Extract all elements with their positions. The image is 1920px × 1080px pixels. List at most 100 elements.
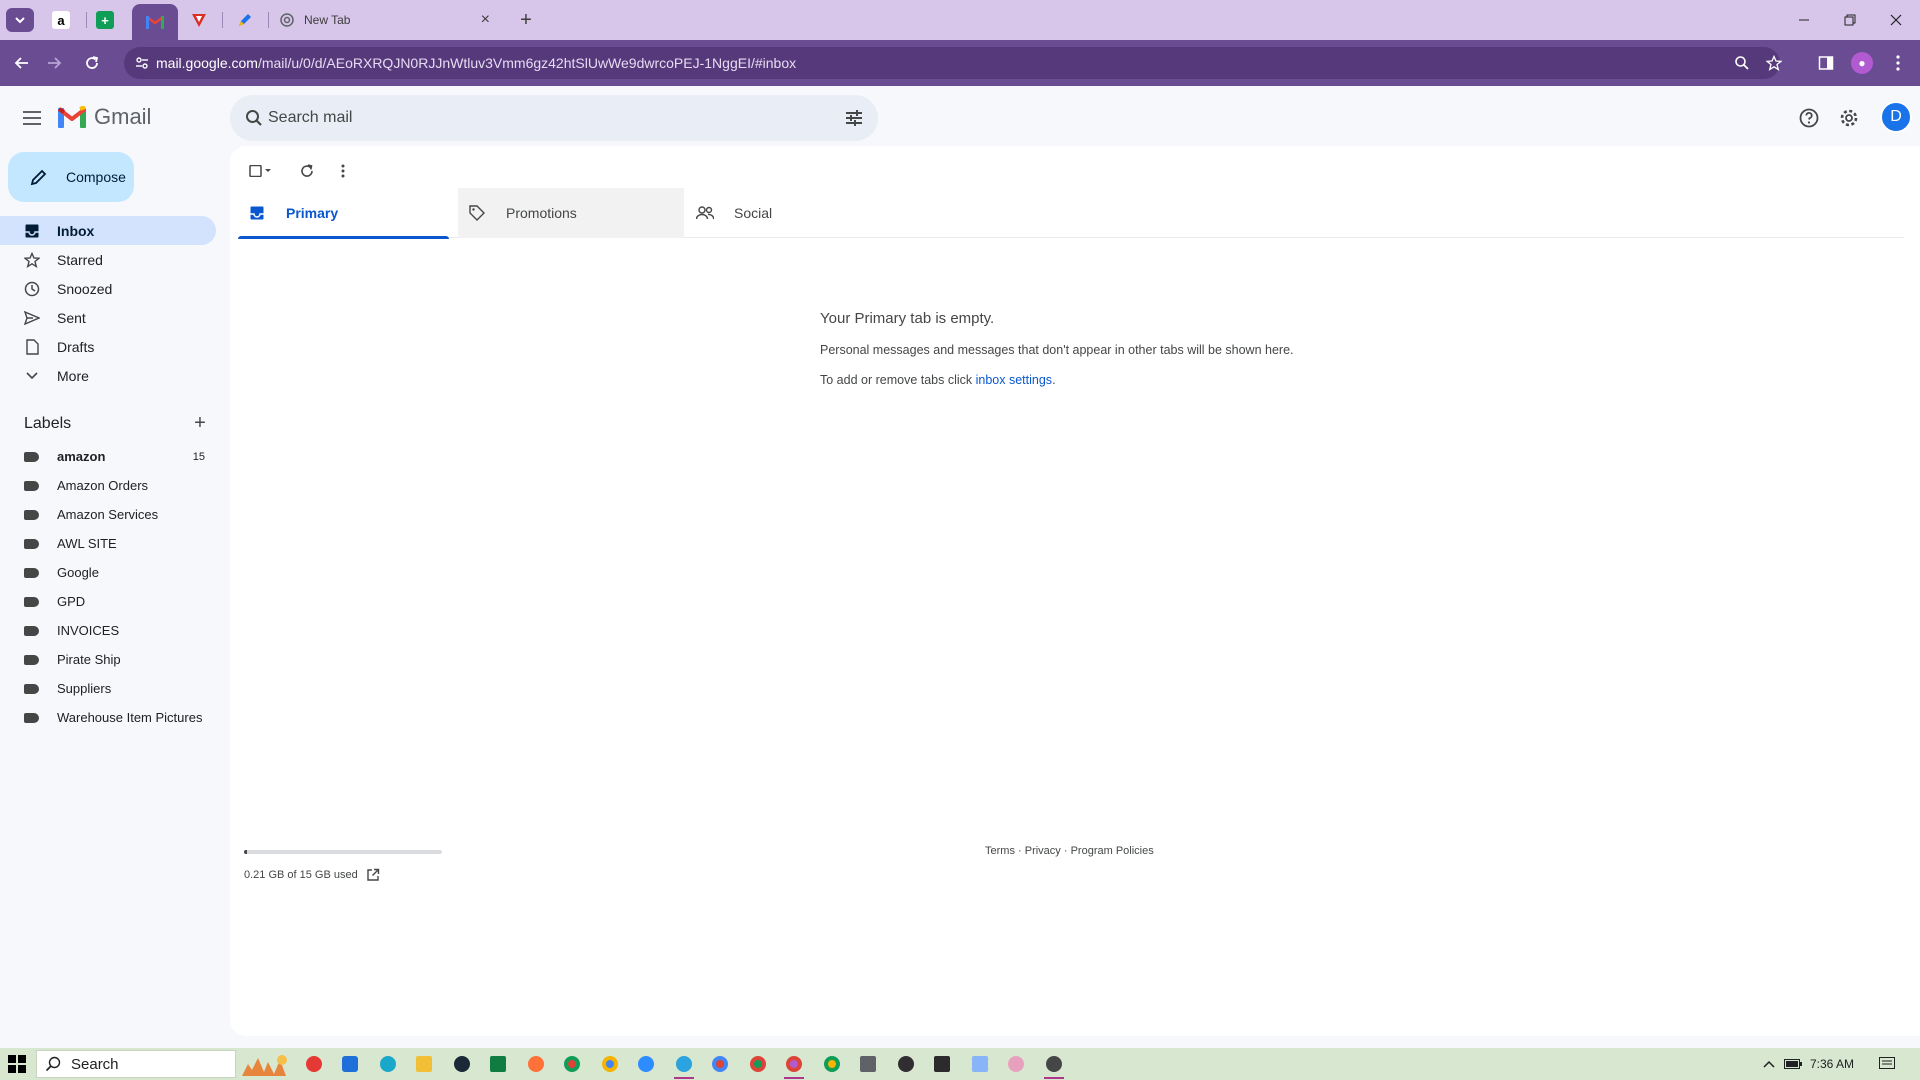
- taskbar-app-chrome-3[interactable]: [708, 1052, 732, 1076]
- taskbar-app-store[interactable]: [338, 1052, 362, 1076]
- taskbar-app-file-explorer[interactable]: [412, 1052, 436, 1076]
- taskbar-app-calculator[interactable]: [856, 1052, 880, 1076]
- taskbar-app-chrome-2[interactable]: [598, 1052, 622, 1076]
- close-window-button[interactable]: [1876, 6, 1916, 34]
- main-menu-button[interactable]: [18, 104, 46, 132]
- search-input[interactable]: [268, 103, 808, 133]
- browser-tab-amazon[interactable]: a: [38, 4, 84, 36]
- tab-social[interactable]: Social: [686, 188, 912, 238]
- restore-button[interactable]: [1830, 6, 1870, 34]
- browser-tab-pen[interactable]: [222, 4, 268, 36]
- privacy-link[interactable]: Privacy: [1025, 845, 1061, 857]
- tab-primary[interactable]: Primary: [238, 188, 449, 239]
- taskbar-search-box[interactable]: Search: [36, 1050, 236, 1078]
- taskbar-app-edge[interactable]: [376, 1052, 400, 1076]
- taskbar-app-telegram[interactable]: [672, 1052, 696, 1079]
- inbox-settings-link[interactable]: inbox settings: [976, 373, 1052, 387]
- checkbox-icon: [249, 165, 271, 177]
- browser-tab-new-tab[interactable]: New Tab ×: [270, 4, 500, 36]
- taskbar-app-chrome-4[interactable]: [746, 1052, 770, 1076]
- reload-button[interactable]: [78, 49, 106, 77]
- help-icon[interactable]: [1794, 103, 1824, 133]
- label-name: AWL SITE: [57, 536, 117, 551]
- browser-tab-red[interactable]: [176, 4, 222, 36]
- taskbar-app-obs[interactable]: [894, 1052, 918, 1076]
- settings-gear-icon[interactable]: [1834, 103, 1864, 133]
- label-name: amazon: [57, 449, 106, 464]
- notification-center-button[interactable]: [1878, 1055, 1896, 1073]
- browser-tab-gmail[interactable]: [132, 4, 178, 40]
- taskbar-app-paint[interactable]: [1004, 1052, 1028, 1076]
- select-all-checkbox[interactable]: [244, 156, 278, 186]
- taskbar-app-sticky-notes[interactable]: [930, 1052, 954, 1076]
- search-options-icon[interactable]: [842, 106, 866, 130]
- taskbar-app-notepad[interactable]: [968, 1052, 992, 1076]
- label-item-warehouse-item-pictures[interactable]: Warehouse Item Pictures: [0, 703, 216, 732]
- account-avatar[interactable]: D: [1880, 101, 1912, 133]
- program-policies-link[interactable]: Program Policies: [1071, 845, 1154, 857]
- site-info-icon[interactable]: [132, 53, 152, 73]
- close-icon[interactable]: ×: [481, 11, 490, 29]
- inbox-icon: [24, 223, 40, 239]
- minimize-button[interactable]: [1784, 6, 1824, 34]
- taskbar-app-recorder[interactable]: [302, 1052, 326, 1076]
- open-in-new-icon[interactable]: [366, 868, 380, 882]
- label-item-amazon[interactable]: amazon 15: [0, 442, 216, 471]
- new-tab-button[interactable]: +: [514, 8, 538, 32]
- taskbar-app-steam[interactable]: [450, 1052, 474, 1076]
- tab-promotions[interactable]: Promotions: [458, 188, 684, 238]
- back-button[interactable]: [8, 49, 36, 77]
- taskbar-clock[interactable]: 7:36 AM: [1810, 1057, 1854, 1071]
- google-sheets-icon: +: [96, 11, 114, 29]
- taskbar-app-firefox[interactable]: [524, 1052, 548, 1076]
- taskbar-app-settings[interactable]: [1042, 1052, 1066, 1079]
- label-item-suppliers[interactable]: Suppliers: [0, 674, 216, 703]
- sidebar-item-more[interactable]: More: [0, 361, 216, 390]
- storage-info: 0.21 GB of 15 GB used: [244, 868, 442, 882]
- side-panel-icon: [1818, 56, 1834, 70]
- show-hidden-icons-button[interactable]: [1760, 1055, 1778, 1073]
- taskbar-app-chrome-5[interactable]: [820, 1052, 844, 1076]
- browser-menu-button[interactable]: [1884, 49, 1912, 77]
- side-panel-button[interactable]: [1812, 49, 1840, 77]
- add-label-button[interactable]: +: [190, 412, 210, 435]
- browser-toolbar: mail.google.com/mail/u/0/d/AEoRXRQJN0RJJ…: [0, 40, 1920, 86]
- terms-link[interactable]: Terms: [985, 845, 1015, 857]
- taskbar-app-excel[interactable]: [486, 1052, 510, 1076]
- label-item-google[interactable]: Google: [0, 558, 216, 587]
- taskbar-app-chrome-active[interactable]: [782, 1052, 806, 1079]
- label-item-amazon-orders[interactable]: Amazon Orders: [0, 471, 216, 500]
- zoom-icon[interactable]: [1732, 53, 1752, 73]
- firefox-icon: [528, 1056, 544, 1072]
- battery-icon[interactable]: [1784, 1055, 1802, 1073]
- label-item-invoices[interactable]: INVOICES: [0, 616, 216, 645]
- taskbar-app-chrome[interactable]: [560, 1052, 584, 1076]
- chrome-icon: [750, 1056, 766, 1072]
- search-icon[interactable]: [242, 106, 266, 130]
- sidebar-item-inbox[interactable]: Inbox: [0, 216, 216, 245]
- tab-search-button[interactable]: [6, 8, 34, 32]
- sidebar-item-snoozed[interactable]: Snoozed: [0, 274, 216, 303]
- profile-button[interactable]: ●: [1848, 49, 1876, 77]
- zoom-icon: [638, 1056, 654, 1072]
- more-options-button[interactable]: [328, 156, 358, 186]
- sidebar-item-sent[interactable]: Sent: [0, 303, 216, 332]
- refresh-button[interactable]: [292, 156, 322, 186]
- compose-button[interactable]: Compose: [8, 152, 134, 202]
- sidebar-item-starred[interactable]: Starred: [0, 245, 216, 274]
- sidebar-item-drafts[interactable]: Drafts: [0, 332, 216, 361]
- chrome-icon: [824, 1056, 840, 1072]
- windows-start-button[interactable]: [8, 1055, 26, 1073]
- bookmark-star-icon[interactable]: [1764, 53, 1784, 73]
- label-item-gpd[interactable]: GPD: [0, 587, 216, 616]
- label-item-pirate-ship[interactable]: Pirate Ship: [0, 645, 216, 674]
- empty-state: Your Primary tab is empty. Personal mess…: [820, 310, 1420, 387]
- gmail-logo[interactable]: Gmail: [58, 104, 151, 130]
- tab-separator: [268, 12, 269, 28]
- label-item-amazon-services[interactable]: Amazon Services: [0, 500, 216, 529]
- taskbar-app-zoom[interactable]: [634, 1052, 658, 1076]
- forward-button[interactable]: [40, 49, 68, 77]
- browser-tab-sheets[interactable]: +: [82, 4, 128, 36]
- label-item-awl-site[interactable]: AWL SITE: [0, 529, 216, 558]
- address-bar[interactable]: mail.google.com/mail/u/0/d/AEoRXRQJN0RJJ…: [124, 47, 1782, 79]
